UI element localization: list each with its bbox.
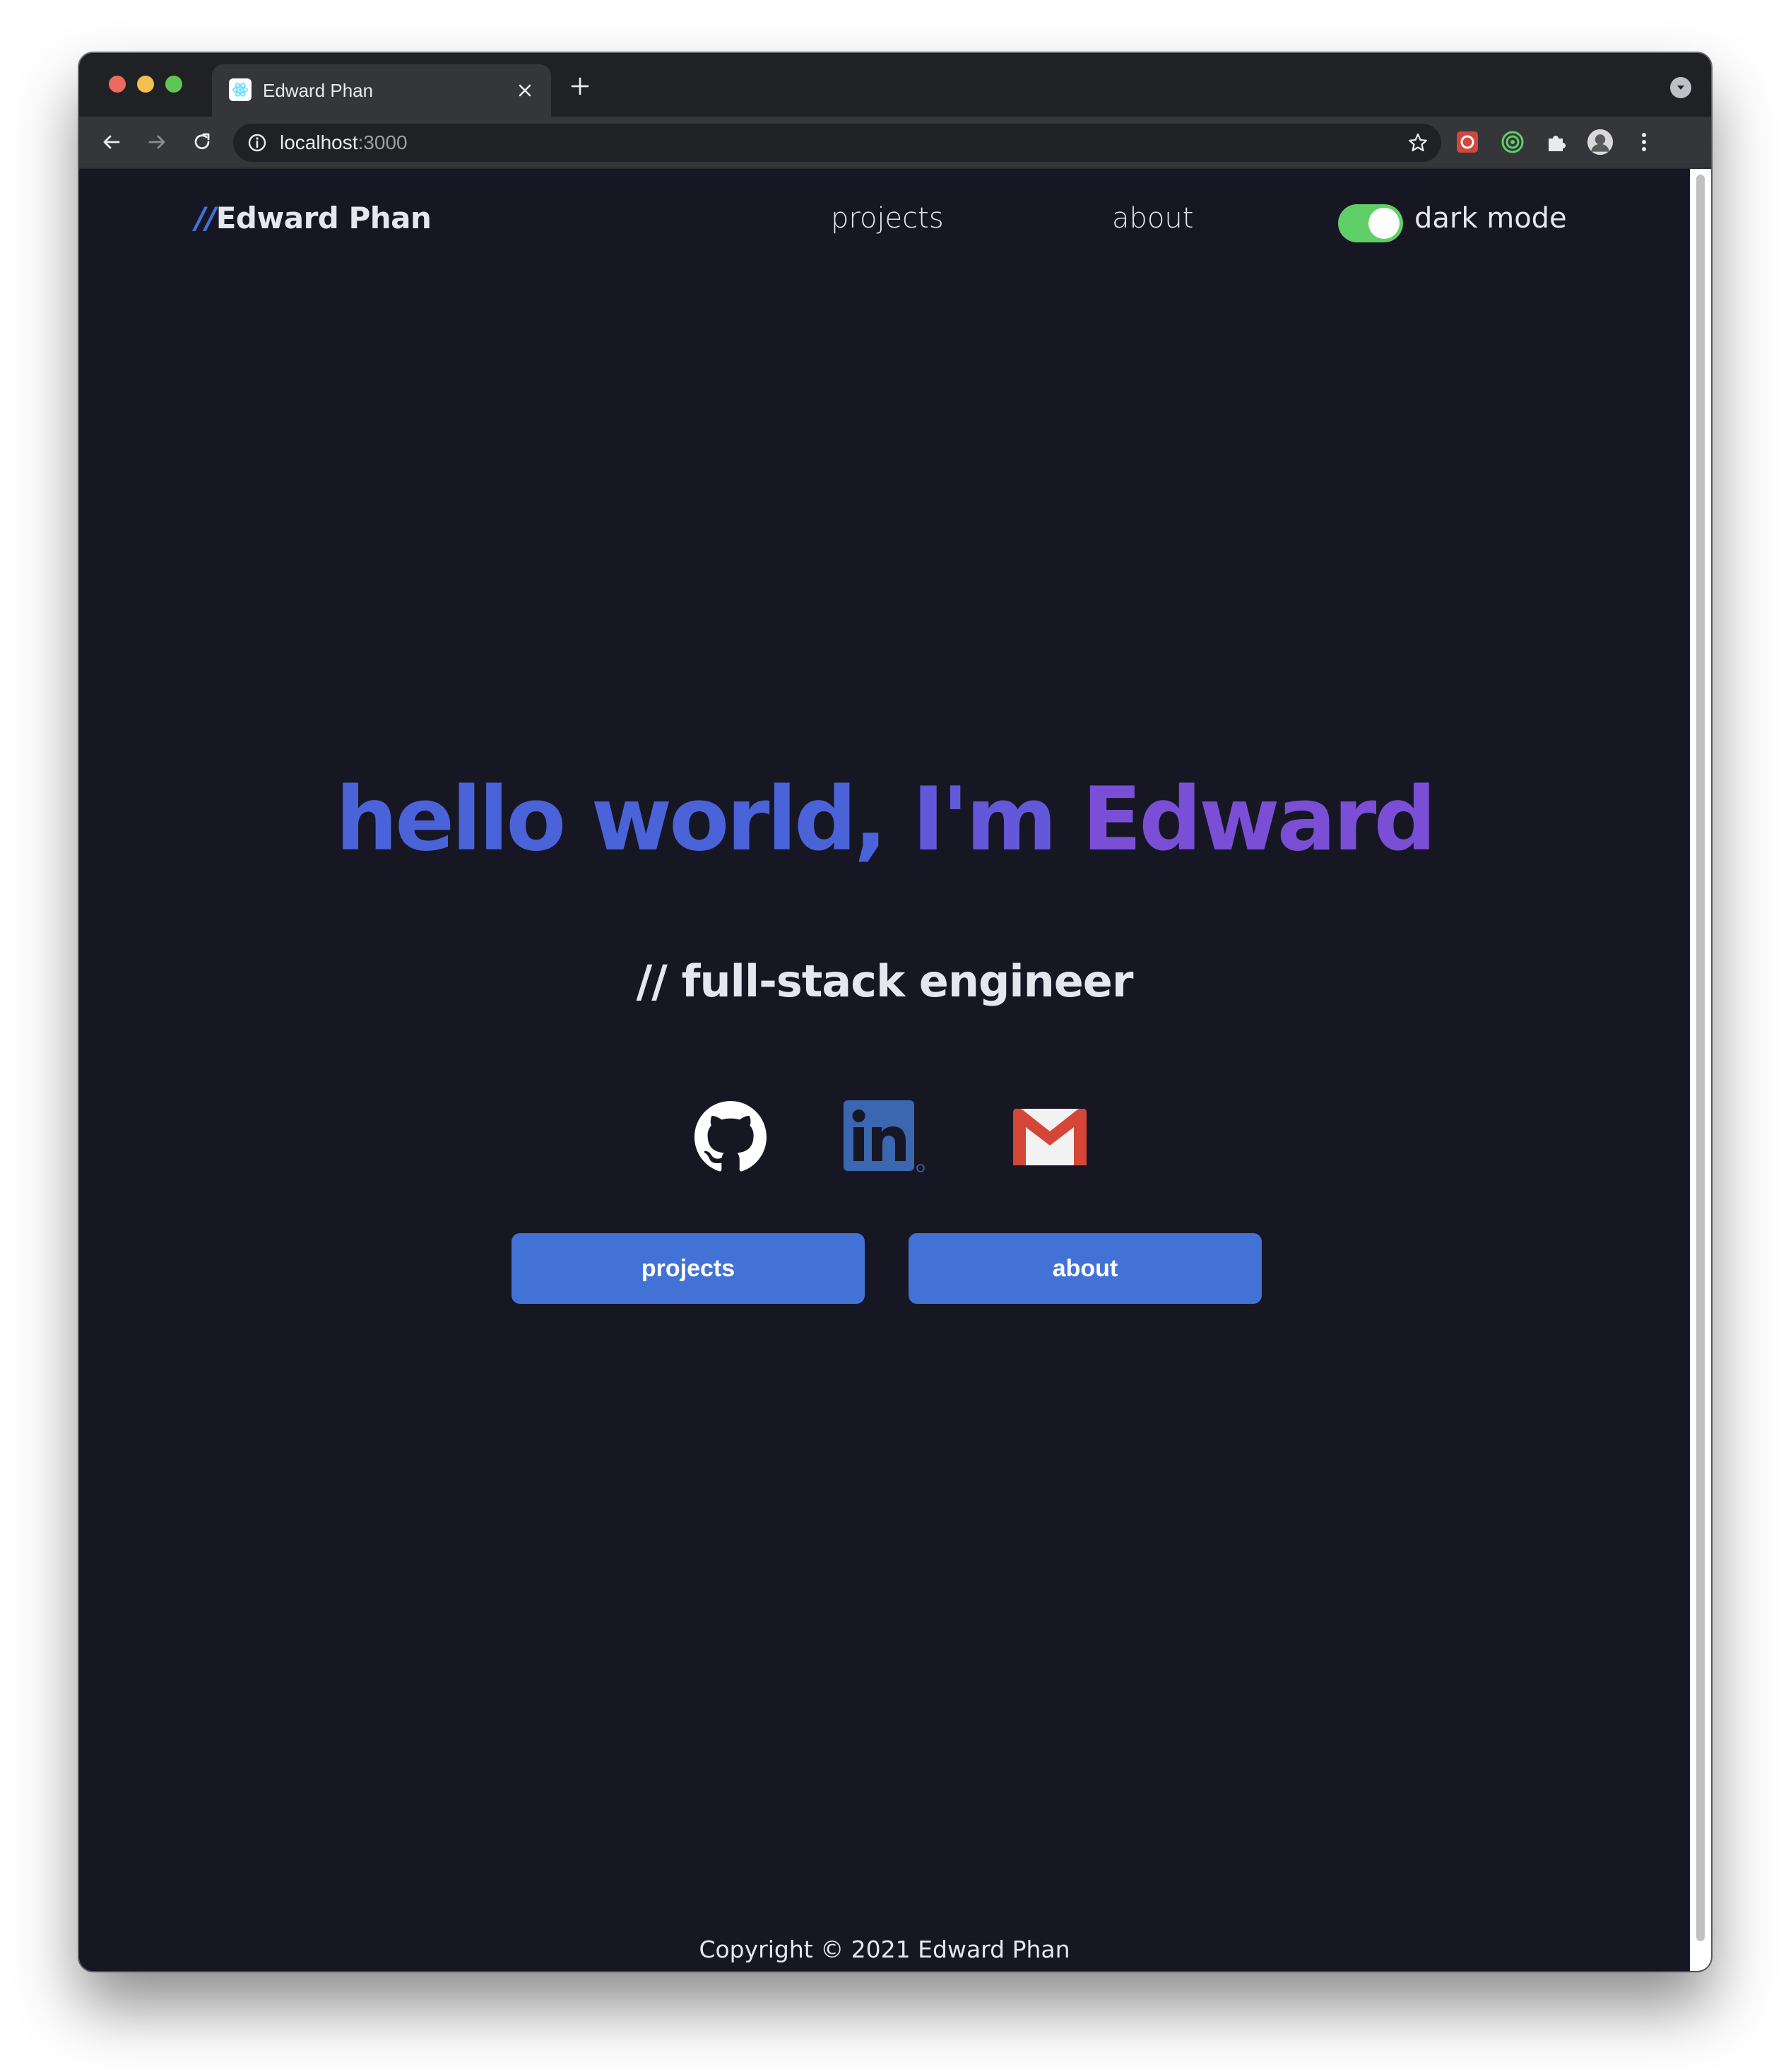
target-extension-icon[interactable] xyxy=(1499,129,1526,155)
puzzle-icon[interactable] xyxy=(1543,129,1570,155)
close-window-button[interactable] xyxy=(109,76,126,93)
minimize-window-button[interactable] xyxy=(137,76,154,93)
about-button[interactable]: about xyxy=(909,1233,1262,1304)
dark-mode-label: dark mode xyxy=(1414,202,1567,235)
toggle-knob xyxy=(1368,208,1400,239)
gmail-icon[interactable] xyxy=(1009,1096,1091,1178)
vertical-scrollbar[interactable] xyxy=(1690,169,1711,1971)
close-tab-icon[interactable] xyxy=(513,78,537,102)
hero-title: hello world, I'm Edward xyxy=(79,767,1690,873)
logo-name: Edward Phan xyxy=(215,201,432,235)
github-icon[interactable] xyxy=(690,1096,771,1178)
url-text: localhost:3000 xyxy=(280,131,408,155)
page-viewport: //Edward Phan projects about dark mode h… xyxy=(79,169,1690,1971)
address-bar[interactable]: localhost:3000 xyxy=(233,124,1441,162)
hero-title-part-2: I'm xyxy=(912,769,1057,871)
tab-title: Edward Phan xyxy=(263,80,374,101)
maximize-window-button[interactable] xyxy=(165,76,182,93)
browser-toolbar: localhost:3000 xyxy=(79,117,1711,169)
footer-copyright: Copyright © 2021 Edward Phan xyxy=(699,1936,1070,1963)
browser-window: Edward Phan localhost:3000 //Edward Phan… xyxy=(79,53,1711,1971)
kebab-menu-icon[interactable] xyxy=(1631,129,1657,155)
browser-tab[interactable]: Edward Phan xyxy=(212,64,551,117)
hero-subtitle: // full-stack engineer xyxy=(636,955,1134,1007)
new-tab-icon[interactable] xyxy=(568,74,592,98)
logo-slashes: // xyxy=(195,201,216,235)
dark-mode-toggle[interactable] xyxy=(1338,204,1403,242)
star-icon[interactable] xyxy=(1407,132,1429,153)
site-logo[interactable]: //Edward Phan xyxy=(195,197,432,240)
forward-icon[interactable] xyxy=(144,129,170,155)
reload-icon[interactable] xyxy=(189,129,215,155)
url-host: localhost xyxy=(280,131,358,153)
nav-link-projects[interactable]: projects xyxy=(831,199,944,238)
tab-search-icon[interactable] xyxy=(1670,77,1691,98)
scrollbar-thumb[interactable] xyxy=(1696,175,1705,1941)
back-icon[interactable] xyxy=(99,129,124,155)
hero-title-part-3: Edward xyxy=(1082,769,1437,871)
hero-title-part-1: hello world, xyxy=(335,769,887,871)
profile-avatar[interactable] xyxy=(1587,129,1614,155)
projects-button[interactable]: projects xyxy=(511,1233,865,1304)
linkedin-icon[interactable] xyxy=(844,1096,925,1178)
info-icon[interactable] xyxy=(247,133,267,153)
url-port: :3000 xyxy=(357,131,408,153)
react-favicon-icon xyxy=(229,78,252,101)
extension-icon[interactable] xyxy=(1454,129,1481,155)
nav-link-about[interactable]: about xyxy=(1112,199,1193,238)
tab-strip: Edward Phan xyxy=(79,53,1711,117)
